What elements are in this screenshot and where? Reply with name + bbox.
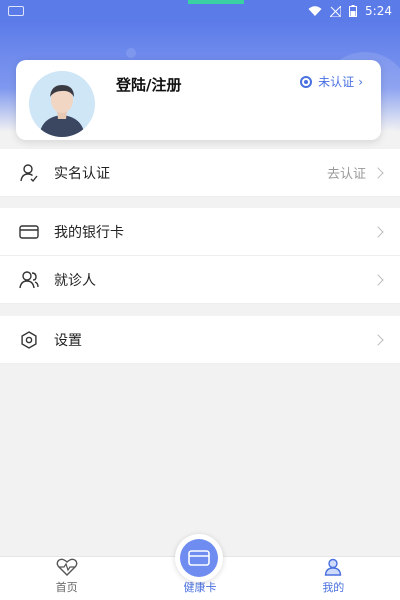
verify-status-button[interactable]: 未认证 › <box>300 73 363 90</box>
nav-home[interactable]: 首页 <box>0 557 133 600</box>
nav-mine-label: 我的 <box>322 581 345 594</box>
chevron-right-icon: › <box>358 74 363 89</box>
credit-card-icon <box>18 221 40 243</box>
nav-home-label: 首页 <box>55 581 78 594</box>
menu-group-verification: 实名认证 去认证 <box>0 149 400 197</box>
menu-item-value: 去认证 <box>326 167 366 182</box>
menu-item-bank-card[interactable]: 我的银行卡 <box>0 208 400 256</box>
verify-status-text: 未认证 <box>318 75 355 89</box>
signal-icon <box>330 5 342 17</box>
heart-pulse-icon <box>56 557 78 577</box>
login-register-link[interactable]: 登陆/注册 <box>116 74 181 95</box>
avatar[interactable] <box>29 71 95 137</box>
nav-mine[interactable]: 我的 <box>267 557 400 600</box>
user-icon <box>324 557 342 577</box>
menu-item-label: 设置 <box>54 332 82 349</box>
status-time: 5:24 <box>365 4 392 18</box>
battery-icon <box>349 5 358 17</box>
notification-icon <box>8 6 24 16</box>
menu-item-label: 就诊人 <box>54 272 96 289</box>
menu-group-account: 我的银行卡 就诊人 <box>0 208 400 304</box>
status-indicator <box>188 0 244 4</box>
chevron-right-icon <box>372 333 384 346</box>
wifi-icon <box>308 5 322 17</box>
menu-item-label: 实名认证 <box>54 165 110 182</box>
verify-icon <box>300 75 313 88</box>
chevron-right-icon <box>372 273 384 286</box>
menu-item-real-name[interactable]: 实名认证 去认证 <box>0 149 400 197</box>
gear-icon <box>18 329 40 351</box>
chevron-right-icon <box>372 166 384 179</box>
health-card-icon <box>180 539 218 577</box>
menu-item-patient[interactable]: 就诊人 <box>0 256 400 304</box>
chevron-right-icon <box>372 225 384 238</box>
people-icon <box>18 269 40 291</box>
user-check-icon <box>18 162 40 184</box>
health-card-fab[interactable] <box>175 534 223 582</box>
menu-group-settings: 设置 <box>0 316 400 364</box>
menu-item-label: 我的银行卡 <box>54 224 124 241</box>
profile-card[interactable]: 登陆/注册 未认证 › <box>16 60 381 140</box>
menu-item-settings[interactable]: 设置 <box>0 316 400 364</box>
